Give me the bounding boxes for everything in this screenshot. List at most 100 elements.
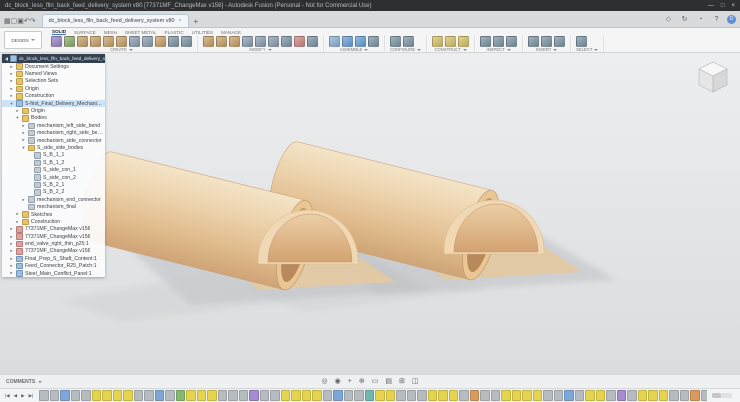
motion-link-icon[interactable] — [368, 36, 379, 47]
chevron-right-icon[interactable]: ▸ — [21, 131, 26, 135]
browser-item[interactable]: ▸Construction — [2, 218, 105, 225]
timeline-feature-icon[interactable] — [155, 390, 165, 401]
chevron-right-icon[interactable]: ▸ — [9, 79, 14, 83]
3d-viewport[interactable]: dc_block_less_flln_back_feed_delivery_sy… — [0, 53, 740, 374]
timeline-feature-icon[interactable] — [375, 390, 385, 401]
change-parameters-icon[interactable] — [307, 36, 318, 47]
maximize-button[interactable]: □ — [721, 3, 725, 9]
configure-icon[interactable] — [390, 36, 401, 47]
browser-item[interactable]: S_side_con_2 — [2, 174, 105, 181]
timeline-feature-icon[interactable] — [596, 390, 606, 401]
revolve-icon[interactable] — [90, 36, 101, 47]
chevron-right-icon[interactable]: ▸ — [9, 257, 14, 261]
timeline-feature-icon[interactable] — [50, 390, 60, 401]
timeline-feature-icon[interactable] — [638, 390, 648, 401]
timeline-feature-icon[interactable] — [470, 390, 480, 401]
timeline-feature-icon[interactable] — [606, 390, 616, 401]
shell-icon[interactable] — [229, 36, 240, 47]
browser-item[interactable]: mechanism_final — [2, 203, 105, 210]
workspace-selector[interactable]: DESIGN — [4, 31, 42, 49]
browser-item[interactable]: S_B_1_1 — [2, 152, 105, 159]
job-status-icon[interactable]: ↻ — [679, 15, 690, 23]
help-icon[interactable]: ? — [711, 16, 722, 23]
timeline-feature-icon[interactable] — [659, 390, 669, 401]
ribbon-tab-sheet-metal[interactable]: SHEET METAL — [125, 30, 156, 35]
browser-item[interactable]: ▸mechanism_end_connector — [2, 196, 105, 203]
browser-item[interactable]: ▸Construction — [2, 93, 105, 100]
timeline-feature-icon[interactable] — [249, 390, 259, 401]
chevron-down-icon[interactable]: ▾ — [15, 116, 20, 120]
browser-item[interactable]: ▸Feed_Connector_R25_Patch:1 — [2, 263, 105, 270]
browser-item[interactable]: ▾S_side_side_bodies — [2, 144, 105, 151]
mirror-icon[interactable] — [181, 36, 192, 47]
notifications-icon[interactable]: ◔ — [695, 16, 706, 23]
press-pull-icon[interactable] — [203, 36, 214, 47]
ribbon-tab-manage[interactable]: MANAGE — [221, 30, 241, 35]
construction-point-icon[interactable] — [458, 36, 469, 47]
user-avatar[interactable]: D — [727, 15, 736, 24]
browser-item[interactable]: ▸Steel_Main_Conflict_Panel:1 — [2, 270, 105, 277]
chevron-right-icon[interactable]: ▸ — [9, 72, 14, 76]
browser-item[interactable]: ▸Named Views — [2, 70, 105, 77]
timeline-feature-icon[interactable] — [417, 390, 427, 401]
timeline-feature-icon[interactable] — [501, 390, 511, 401]
timeline-feature-icon[interactable] — [260, 390, 270, 401]
extrude-icon[interactable] — [77, 36, 88, 47]
document-tab[interactable]: dc_block_less_flln_back_feed_delivery_sy… — [42, 14, 189, 27]
loft-icon[interactable] — [116, 36, 127, 47]
chevron-right-icon[interactable]: ▸ — [9, 242, 14, 246]
browser-item[interactable]: ▸mechanism_left_side_bend — [2, 122, 105, 129]
timeline-feature-icon[interactable] — [281, 390, 291, 401]
browser-item[interactable]: ▸Sketches — [2, 211, 105, 218]
chevron-right-icon[interactable]: ▸ — [9, 235, 14, 239]
chevron-right-icon[interactable]: ▸ — [21, 138, 26, 142]
browser-root-node[interactable]: dc_block_less_flln_back_feed_delivery_sy… — [2, 54, 105, 63]
go-to-start-button[interactable]: |◀ — [3, 393, 12, 399]
timeline-feature-icon[interactable] — [270, 390, 280, 401]
timeline-feature-icon[interactable] — [312, 390, 322, 401]
timeline-feature-icon[interactable] — [186, 390, 196, 401]
grid-settings-icon[interactable]: ⊞ — [399, 378, 405, 385]
configuration-table-icon[interactable] — [403, 36, 414, 47]
timeline-feature-icon[interactable] — [564, 390, 574, 401]
new-component-icon[interactable] — [329, 36, 340, 47]
timeline-feature-icon[interactable] — [218, 390, 228, 401]
timeline-feature-icon[interactable] — [627, 390, 637, 401]
minimize-button[interactable]: — — [708, 3, 714, 9]
display-settings-icon[interactable]: ▤ — [385, 378, 392, 385]
chevron-right-icon[interactable]: ▸ — [9, 264, 14, 268]
create-form-icon[interactable] — [51, 36, 62, 47]
close-tab-icon[interactable]: × — [179, 18, 182, 24]
collapse-icon[interactable] — [5, 57, 8, 61]
pan-icon[interactable]: + — [348, 378, 352, 385]
fillet-icon[interactable] — [216, 36, 227, 47]
chevron-right-icon[interactable]: ▸ — [9, 271, 14, 275]
measure-icon[interactable] — [480, 36, 491, 47]
timeline-feature-icon[interactable] — [617, 390, 627, 401]
timeline-feature-icon[interactable] — [690, 390, 700, 401]
browser-item[interactable]: ▸77371MF_ChangeMax v156 — [2, 233, 105, 240]
browser-item[interactable]: S_B_2_1 — [2, 181, 105, 188]
timeline-feature-icon[interactable] — [701, 390, 707, 401]
timeline-scrollbar[interactable] — [712, 393, 732, 398]
sweep-icon[interactable] — [103, 36, 114, 47]
play-button[interactable]: ▶ — [19, 393, 26, 399]
ribbon-tab-mesh[interactable]: MESH — [104, 30, 117, 35]
chevron-right-icon[interactable]: ▸ — [9, 87, 14, 91]
select-icon[interactable] — [576, 36, 587, 47]
look-at-icon[interactable]: ◉ — [335, 378, 341, 385]
timeline-feature-icon[interactable] — [92, 390, 102, 401]
insert-mesh-icon[interactable] — [541, 36, 552, 47]
construction-axis-icon[interactable] — [445, 36, 456, 47]
extensions-icon[interactable]: ◇ — [663, 15, 674, 23]
chevron-right-icon[interactable]: ▸ — [9, 249, 14, 253]
chevron-right-icon[interactable]: ▸ — [9, 94, 14, 98]
section-analysis-icon[interactable] — [506, 36, 517, 47]
chevron-right-icon[interactable]: ▸ — [9, 65, 14, 69]
timeline-feature-icon[interactable] — [512, 390, 522, 401]
browser-item[interactable]: S_B_2_2 — [2, 189, 105, 196]
browser-item[interactable]: ▸Final_Prep_S_Shaft_Content:1 — [2, 255, 105, 262]
timeline-feature-icon[interactable] — [60, 390, 70, 401]
chevron-right-icon[interactable]: ▸ — [9, 227, 14, 231]
timeline-feature-icon[interactable] — [554, 390, 564, 401]
